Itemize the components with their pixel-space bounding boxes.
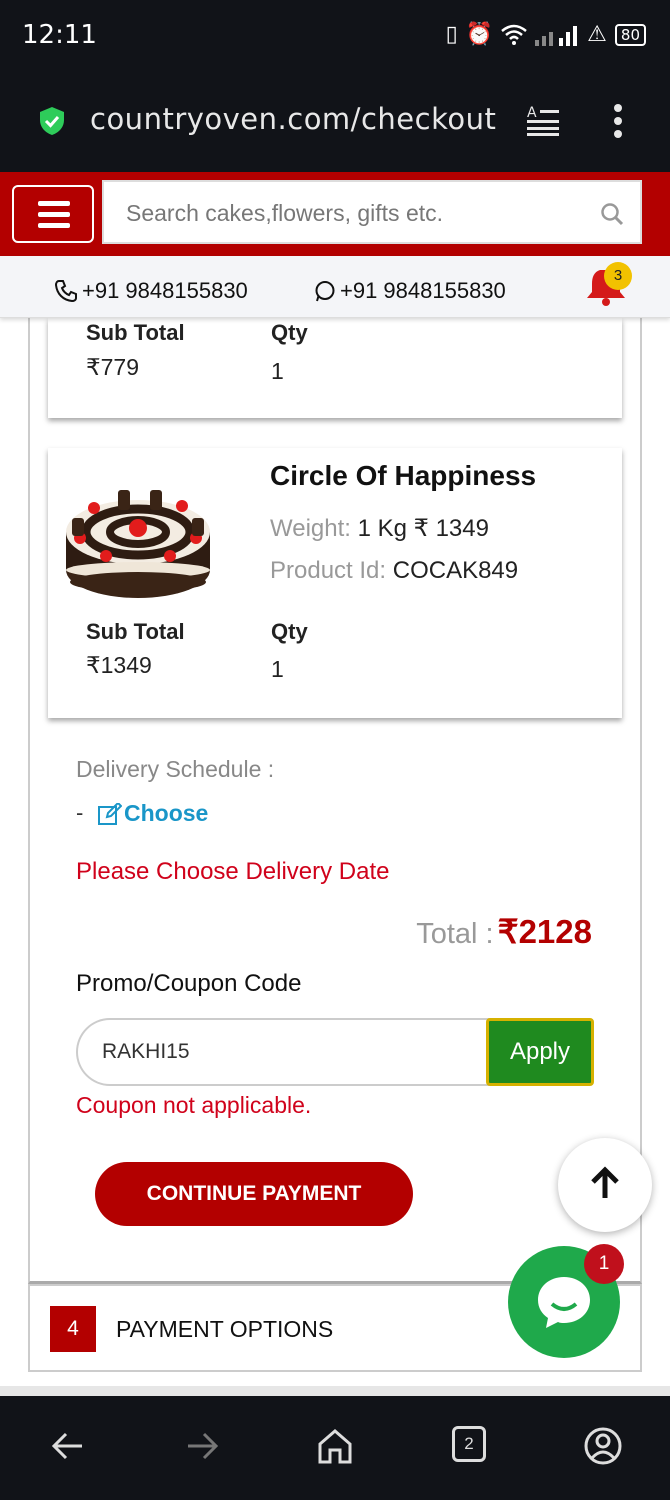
forward-arrow-icon[interactable] (182, 1426, 222, 1466)
hamburger-menu-button[interactable] (12, 185, 94, 243)
product-id-value: COCAK849 (392, 557, 519, 584)
qty-value: 1 (271, 358, 284, 384)
battery-indicator: 80 (614, 23, 646, 46)
payment-options-title: PAYMENT OPTIONS (116, 1316, 334, 1342)
choose-delivery-link[interactable]: Choose (98, 800, 208, 827)
browser-url-bar: countryoven.com/checkout A (0, 70, 670, 172)
product-id: Product Id: COCAK849 (270, 557, 518, 585)
search-input[interactable]: Search cakes,flowers, gifts etc. (126, 200, 443, 227)
weight-label: Weight: (270, 515, 351, 542)
account-icon[interactable] (583, 1426, 623, 1466)
scroll-to-top-button[interactable] (558, 1138, 652, 1232)
contact-strip: +91 9848155830 +91 9848155830 (0, 256, 670, 318)
reader-mode-icon[interactable]: A (526, 104, 560, 136)
subtotal-value: ₹779 (86, 354, 140, 380)
subtotal-label: Sub Total (86, 320, 185, 345)
browser-menu-icon[interactable] (612, 102, 624, 138)
warning-icon: ⚠ (587, 22, 607, 47)
qty-label: Qty (271, 619, 308, 644)
chat-unread-badge: 1 (584, 1244, 624, 1284)
qty-value: 1 (271, 656, 284, 682)
product-weight: Weight: 1 Kg ₹ 1349 (270, 514, 489, 543)
url-text[interactable]: countryoven.com/checkout (90, 102, 496, 136)
site-header: Search cakes,flowers, gifts etc. (0, 172, 670, 256)
subtotal-label: Sub Total (86, 619, 185, 644)
apply-coupon-button[interactable]: Apply (486, 1018, 594, 1086)
chat-bubble-icon (538, 1277, 590, 1328)
product-id-label: Product Id: (270, 557, 387, 584)
weight-value: 1 Kg ₹ 1349 (357, 515, 489, 542)
coupon-error-message: Coupon not applicable. (76, 1092, 312, 1118)
promo-code-label: Promo/Coupon Code (76, 970, 302, 997)
vibrate-icon: ▯ (445, 22, 458, 47)
promo-code-input[interactable]: RAKHI15 (76, 1018, 496, 1086)
arrow-up-icon (591, 1166, 619, 1198)
phone-contact[interactable]: +91 9848155830 (54, 278, 248, 304)
wifi-icon (501, 24, 527, 45)
product-name[interactable]: Circle Of Happiness (270, 460, 536, 492)
status-time: 12:11 (22, 20, 97, 50)
phone-number: +91 9848155830 (82, 278, 248, 303)
total-value: ₹2128 (497, 913, 592, 950)
back-arrow-icon[interactable] (48, 1426, 88, 1466)
page-bottom-strip (0, 1386, 670, 1396)
browser-nav-bar: 2 (0, 1396, 670, 1500)
whatsapp-contact[interactable]: +91 9848155830 (314, 278, 506, 304)
delivery-schedule-label: Delivery Schedule : (76, 756, 275, 782)
secure-shield-icon[interactable] (38, 106, 66, 136)
qty-label: Qty (271, 320, 308, 345)
svg-text:A: A (527, 105, 537, 121)
subtotal-value: ₹1349 (86, 652, 152, 678)
search-icon[interactable] (600, 202, 624, 226)
step-number: 4 (50, 1306, 96, 1352)
edit-icon (98, 802, 122, 825)
notification-badge: 3 (604, 262, 632, 290)
search-box[interactable]: Search cakes,flowers, gifts etc. (102, 180, 642, 244)
whatsapp-number: +91 9848155830 (340, 278, 506, 303)
total-label: Total : (416, 918, 494, 950)
whatsapp-icon (315, 281, 335, 302)
delivery-dash: - (76, 800, 84, 825)
home-icon[interactable] (315, 1426, 355, 1466)
delivery-date-warning: Please Choose Delivery Date (76, 858, 390, 885)
tab-switcher-button[interactable]: 2 (452, 1426, 486, 1462)
alarm-icon: ⏰ (465, 22, 494, 47)
status-bar: 12:11 ▯ ⏰ ⚠ 80 (0, 0, 670, 70)
status-icons: ▯ ⏰ ⚠ 80 (446, 22, 646, 47)
total-row: Total : ₹2128 (416, 912, 592, 951)
phone-icon (54, 280, 77, 303)
choose-label: Choose (124, 800, 209, 826)
cake-image[interactable] (56, 462, 216, 608)
signal-icon (535, 25, 578, 46)
continue-payment-button[interactable]: CONTINUE PAYMENT (95, 1162, 413, 1226)
